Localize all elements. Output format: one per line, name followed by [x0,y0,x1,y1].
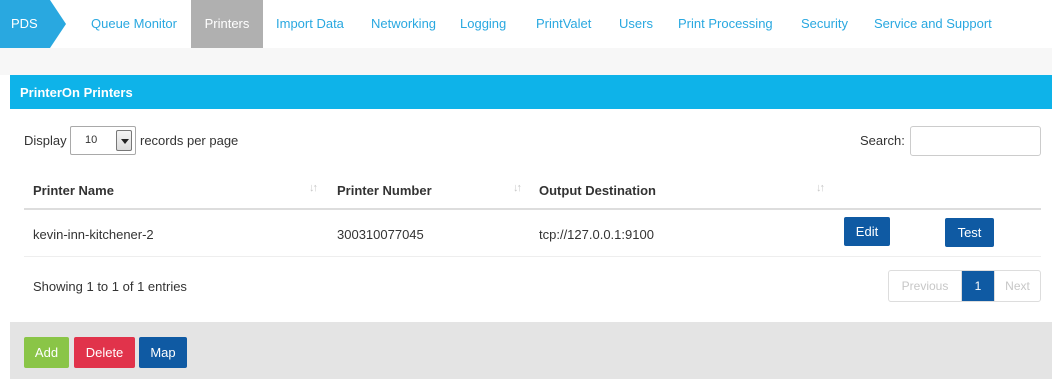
test-button[interactable]: Test [945,218,994,247]
search-input[interactable] [910,126,1041,156]
printer-name-cell: kevin-inn-kitchener-2 [33,227,154,242]
column-header-printer-name[interactable]: Printer Name [33,183,114,198]
nav-item-security[interactable]: Security [801,0,848,48]
pagination-page-button[interactable]: 1 [962,271,994,301]
column-header-printer-number[interactable]: Printer Number [337,183,432,198]
panel-title: PrinterOn Printers [20,85,133,100]
pagination: Previous 1 Next [888,270,1041,302]
printer-number-cell: 300310077045 [337,227,424,242]
nav-item-networking[interactable]: Networking [371,0,436,48]
entries-info: Showing 1 to 1 of 1 entries [33,279,187,294]
panel-header: PrinterOn Printers [10,75,1052,109]
records-per-page-select[interactable]: 10 [70,126,136,155]
table-header-divider [24,208,1041,210]
search-label: Search: [860,133,905,148]
dropdown-arrow-icon[interactable] [116,130,132,151]
delete-button[interactable]: Delete [74,337,135,368]
pagination-next-button[interactable]: Next [994,271,1040,301]
nav-brand-pds[interactable]: PDS [0,0,66,48]
nav-item-printvalet[interactable]: PrintValet [536,0,591,48]
sort-icon[interactable]: ↓↑ [309,182,318,194]
sort-icon[interactable]: ↓↑ [513,182,522,194]
nav-item-import-data[interactable]: Import Data [276,0,344,48]
brand-label: PDS [11,16,38,31]
add-button[interactable]: Add [24,337,69,368]
map-button[interactable]: Map [139,337,187,368]
top-navigation: PDS Queue Monitor Printers Import Data N… [0,0,1052,48]
nav-item-service-and-support[interactable]: Service and Support [874,0,992,48]
edit-button[interactable]: Edit [844,217,890,246]
sort-icon[interactable]: ↓↑ [816,182,825,194]
nav-item-printers[interactable]: Printers [191,0,263,48]
column-header-output-destination[interactable]: Output Destination [539,183,656,198]
display-label: Display [24,133,67,148]
nav-divider-band [0,48,1052,75]
nav-item-queue-monitor[interactable]: Queue Monitor [91,0,177,48]
nav-item-print-processing[interactable]: Print Processing [678,0,773,48]
records-per-page-label: records per page [140,133,239,148]
nav-item-users[interactable]: Users [619,0,653,48]
records-per-page-value: 10 [85,134,98,146]
nav-item-logging[interactable]: Logging [460,0,506,48]
table-row-divider [24,256,1041,257]
output-destination-cell: tcp://127.0.0.1:9100 [539,227,654,242]
pagination-previous-button[interactable]: Previous [889,271,962,301]
